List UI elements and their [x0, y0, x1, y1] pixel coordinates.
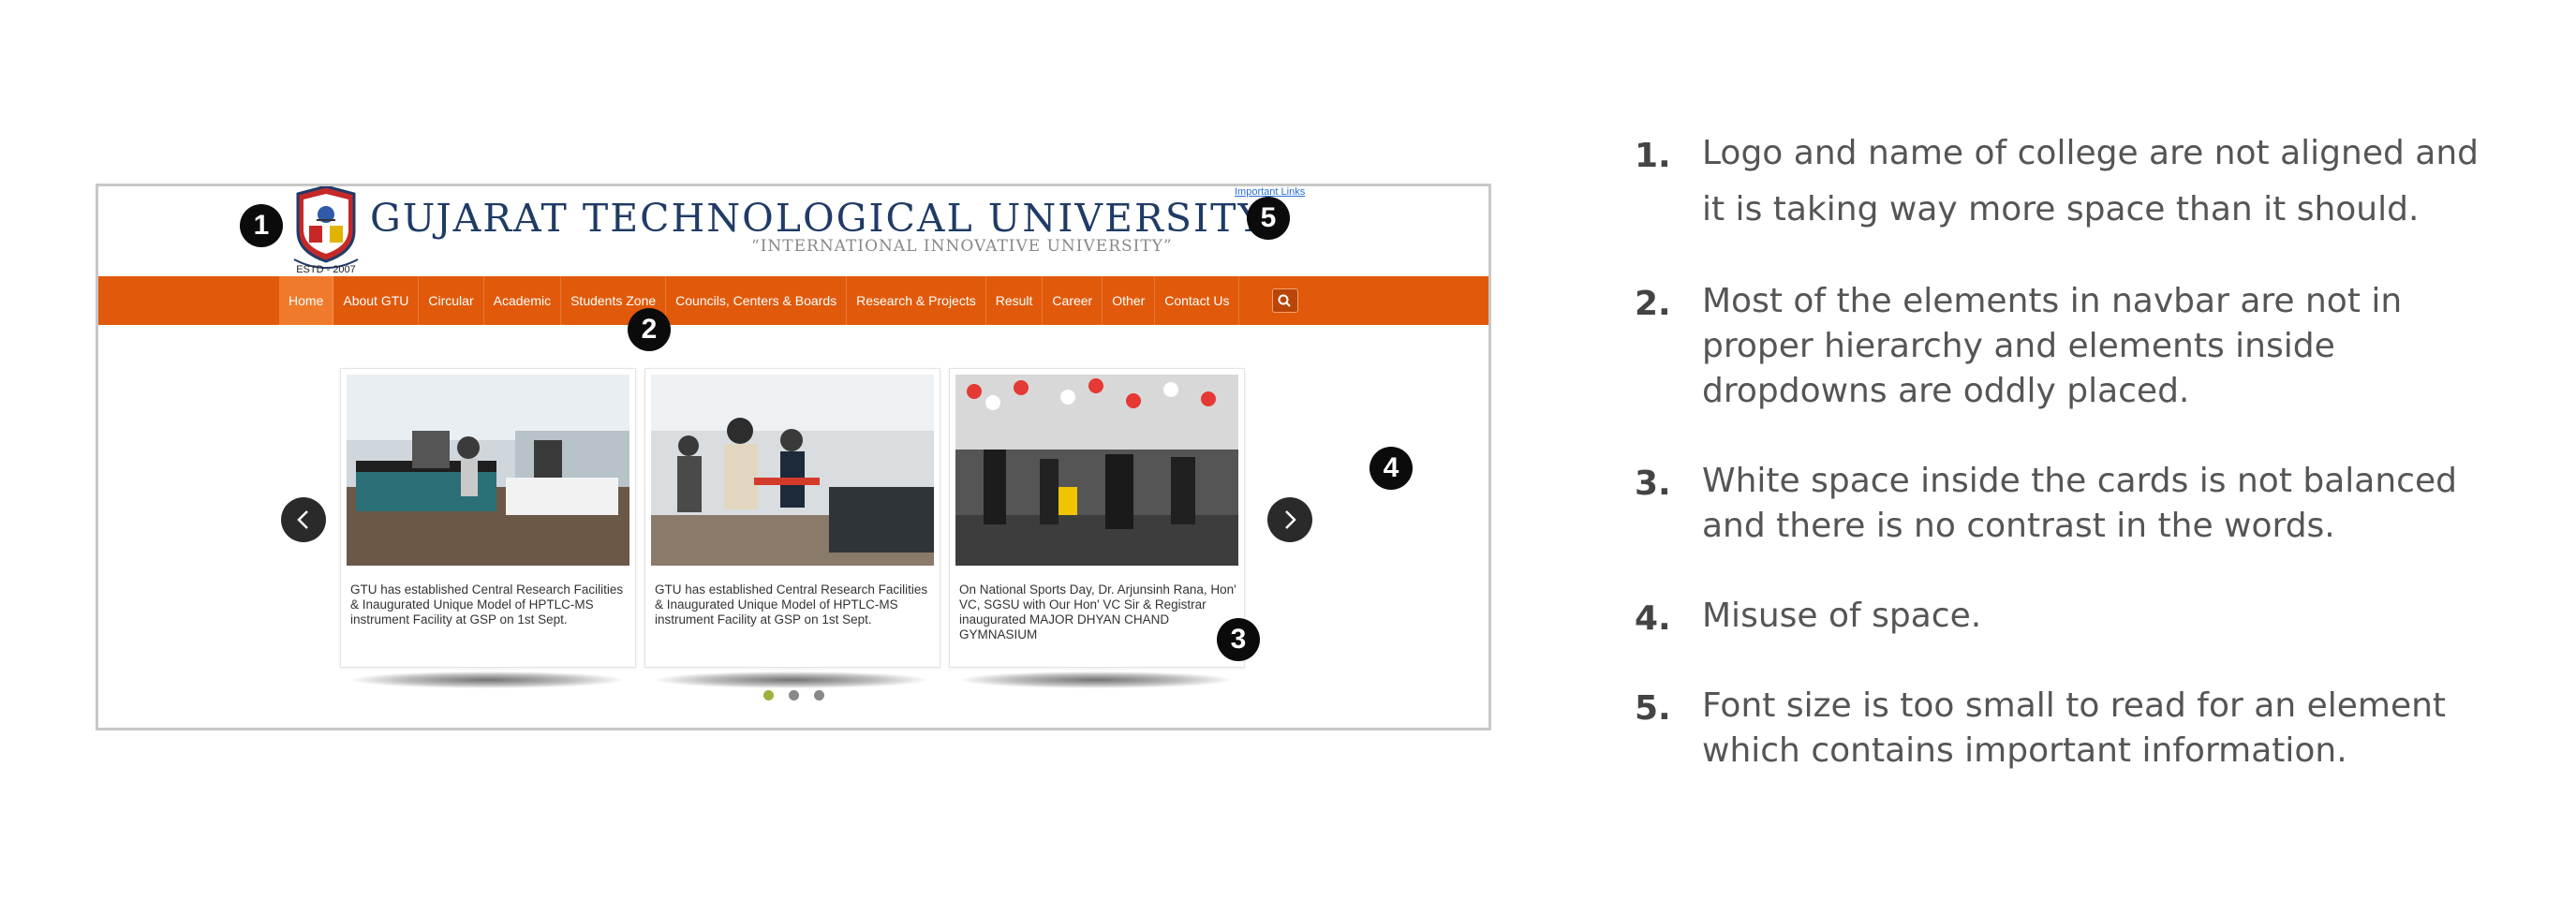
- card-shadow: [656, 671, 927, 688]
- nav-item-result[interactable]: Result: [986, 276, 1044, 325]
- nav-search-button[interactable]: [1272, 288, 1298, 313]
- carousel-card[interactable]: GTU has established Central Research Fac…: [340, 368, 636, 668]
- carousel-card[interactable]: On National Sports Day, Dr. Arjunsinh Ra…: [949, 368, 1245, 668]
- logo-estd-text: ESTD - 2007: [296, 264, 356, 275]
- callout-marker-4: 4: [1369, 447, 1413, 490]
- carousel-next-button[interactable]: [1267, 497, 1312, 542]
- carousel-area: GTU has established Central Research Fac…: [98, 325, 1488, 728]
- nav-item-councils[interactable]: Councils, Centers & Boards: [666, 276, 848, 325]
- card-image-inauguration: [651, 375, 934, 566]
- card-shadow: [351, 671, 623, 688]
- callout-marker-2: 2: [628, 308, 671, 351]
- card-caption: GTU has established Central Research Fac…: [350, 582, 624, 627]
- note-text: Font size is too small to read for an el…: [1702, 686, 2447, 770]
- carousel-dot[interactable]: [814, 690, 824, 700]
- note-number: 2.: [1635, 285, 1671, 323]
- note-number: 5.: [1635, 689, 1671, 728]
- note-text: Logo and name of college are not aligned…: [1702, 134, 2480, 228]
- university-logo[interactable]: ESTD - 2007: [290, 186, 362, 276]
- nav-item-about-gtu[interactable]: About GTU: [333, 276, 420, 325]
- chevron-left-icon: [297, 510, 308, 529]
- nav-item-circular[interactable]: Circular: [419, 276, 484, 325]
- note-number: 1.: [1635, 137, 1671, 175]
- carousel-dots: [763, 690, 824, 700]
- card-image-lab: [347, 375, 629, 566]
- nav-items: Home About GTU Circular Academic Student…: [279, 276, 1240, 325]
- card-shadow: [960, 671, 1232, 688]
- note-text: Misuse of space.: [1702, 597, 1982, 635]
- card-image-gymnasium: [955, 375, 1238, 566]
- nav-item-other[interactable]: Other: [1103, 276, 1156, 325]
- callout-marker-3: 3: [1217, 618, 1260, 661]
- nav-item-career[interactable]: Career: [1043, 276, 1103, 325]
- carousel-card[interactable]: GTU has established Central Research Fac…: [644, 368, 940, 668]
- carousel-dot[interactable]: [789, 690, 799, 700]
- note-number: 3.: [1635, 464, 1671, 503]
- search-icon: [1278, 294, 1291, 307]
- card-caption: GTU has established Central Research Fac…: [655, 582, 928, 627]
- callout-marker-5: 5: [1247, 197, 1290, 240]
- website-screenshot: ESTD - 2007 GUJARAT TECHNOLOGICAL UNIVER…: [96, 184, 1491, 730]
- nav-item-home[interactable]: Home: [279, 276, 334, 325]
- nav-item-academic[interactable]: Academic: [484, 276, 562, 325]
- note-number: 4.: [1635, 599, 1671, 638]
- nav-item-contact-us[interactable]: Contact Us: [1155, 276, 1240, 325]
- university-name: GUJARAT TECHNOLOGICAL UNIVERSITY: [370, 196, 1266, 241]
- card-caption: On National Sports Day, Dr. Arjunsinh Ra…: [959, 582, 1236, 641]
- navbar: Home About GTU Circular Academic Student…: [98, 276, 1488, 325]
- carousel-prev-button[interactable]: [281, 497, 326, 542]
- note-text: Most of the elements in navbar are not i…: [1702, 282, 2403, 410]
- note-text: White space inside the cards is not bala…: [1702, 462, 2457, 545]
- callout-marker-1: 1: [240, 204, 283, 247]
- chevron-right-icon: [1285, 510, 1296, 529]
- carousel-dot[interactable]: [763, 690, 774, 700]
- nav-item-research-projects[interactable]: Research & Projects: [847, 276, 986, 325]
- university-tagline: “INTERNATIONAL INNOVATIVE UNIVERSITY”: [751, 237, 1173, 256]
